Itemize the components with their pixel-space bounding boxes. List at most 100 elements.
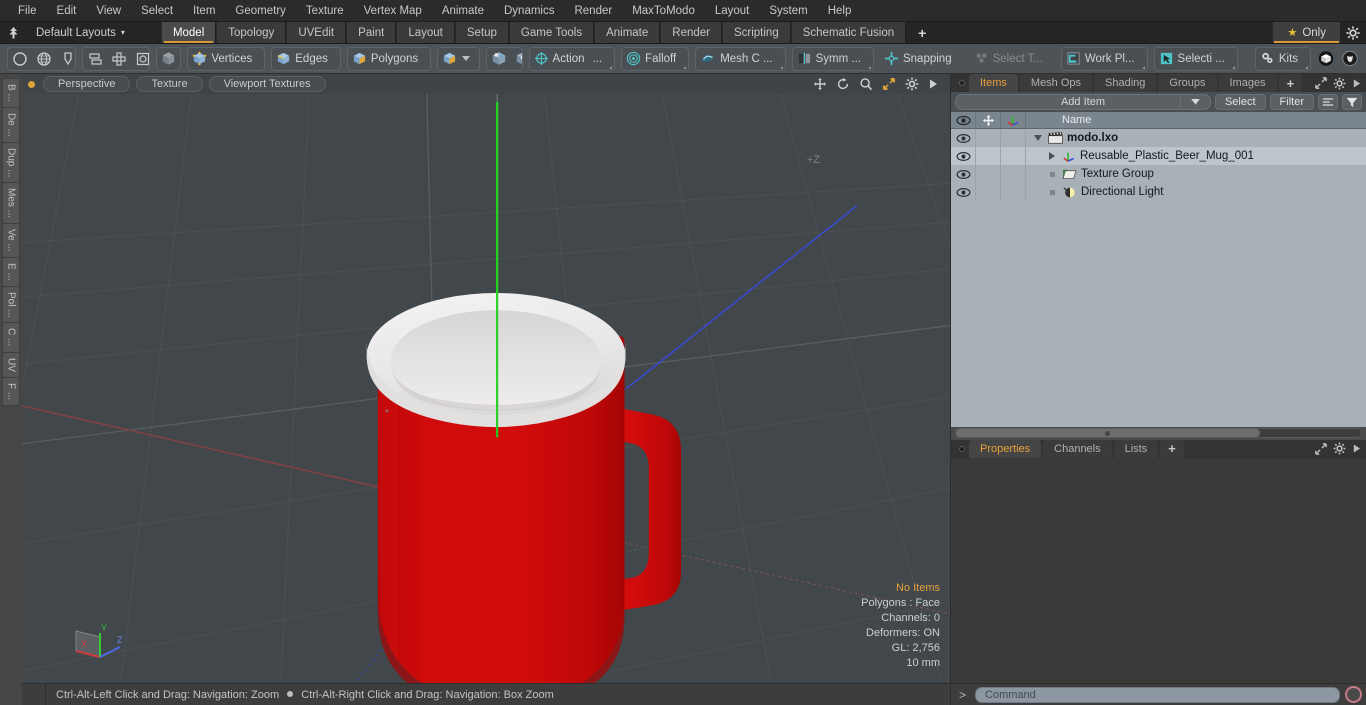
cube-icon[interactable] [156,46,182,71]
menu-item-edit[interactable]: Edit [47,0,87,22]
menu-item-item[interactable]: Item [183,0,225,22]
kits-button[interactable]: Kits [1254,46,1312,71]
vtab-uv[interactable]: UV [2,351,20,378]
menu-item-help[interactable]: Help [818,0,862,22]
work-plane-button[interactable]: Work Pl... [1060,46,1148,71]
row-lock-cell[interactable] [976,165,1001,183]
tab-groups[interactable]: Groups [1158,74,1217,92]
tab-properties[interactable]: Properties [969,439,1042,458]
record-icon[interactable] [1345,686,1362,703]
vtab-duplicate[interactable]: Dup ... [2,141,20,184]
viewport-shading-dropdown[interactable]: Texture [136,76,203,92]
snap-target-icon[interactable] [511,48,522,70]
items-tree[interactable]: modo.lxo Reusable_Plastic_Beer_Mug_001 T… [951,129,1366,427]
menu-item-file[interactable]: File [8,0,47,22]
row-visibility-toggle[interactable] [951,165,976,183]
table-row[interactable]: Texture Group [951,165,1366,183]
tab-images[interactable]: Images [1218,74,1277,92]
align-icon[interactable] [83,48,107,70]
maximize-icon[interactable] [882,77,896,91]
table-row[interactable]: modo.lxo [951,129,1366,147]
row-name-cell[interactable]: modo.lxo [1026,132,1366,144]
gear-icon[interactable] [1333,442,1346,455]
row-transform-cell[interactable] [1001,129,1026,147]
tab-setup[interactable]: Setup [454,22,509,43]
tab-mesh-ops[interactable]: Mesh Ops [1019,74,1093,92]
tab-game-tools[interactable]: Game Tools [508,22,595,43]
funnel-icon[interactable] [1342,94,1362,110]
vtab-polygon[interactable]: Pol ... [2,285,20,324]
tab-animate[interactable]: Animate [594,22,661,43]
add-properties-tab-button[interactable]: + [1160,439,1184,458]
play-icon[interactable] [928,78,938,90]
tab-layout[interactable]: Layout [396,22,455,43]
mesh-constraint-button[interactable]: Mesh C ... [695,46,786,71]
vtab-edge[interactable]: E ... [2,256,20,287]
select-through-button[interactable]: Select T... [970,47,1055,71]
only-toggle-button[interactable]: ★ Only [1272,22,1340,43]
row-transform-cell[interactable] [1001,183,1026,201]
table-row[interactable]: Directional Light [951,183,1366,201]
scrollbar-track[interactable] [955,428,1362,438]
zoom-icon[interactable] [859,77,873,91]
select-button[interactable]: Select [1214,94,1266,110]
home-tree-icon[interactable] [0,22,26,43]
command-input[interactable]: Command [975,686,1340,703]
row-name-cell[interactable]: Directional Light [1026,186,1366,199]
selection-set-button[interactable]: Selecti ... [1153,46,1238,71]
items-horizontal-scrollbar[interactable] [951,426,1366,440]
add-tab-button[interactable]: + [906,22,938,43]
row-transform-cell[interactable] [1001,147,1026,165]
menu-item-layout[interactable]: Layout [705,0,760,22]
gear-icon[interactable] [1340,22,1366,43]
viewport-textures-dropdown[interactable]: Viewport Textures [208,76,326,92]
play-icon[interactable] [1352,443,1361,454]
menu-item-view[interactable]: View [86,0,131,22]
disclosure-triangle-closed[interactable] [1046,152,1058,160]
row-lock-cell[interactable] [976,183,1001,201]
play-icon[interactable] [1352,78,1361,89]
modo-icon[interactable] [1314,48,1338,70]
menu-item-texture[interactable]: Texture [296,0,354,22]
disclosure-triangle-open[interactable] [1032,135,1044,141]
array-icon[interactable] [107,48,131,70]
unreal-icon[interactable] [1338,48,1362,70]
add-item-dropdown-arrow[interactable] [1179,94,1210,110]
row-lock-cell[interactable] [976,147,1001,165]
tab-uvedit[interactable]: UVEdit [286,22,347,43]
menu-item-select[interactable]: Select [131,0,183,22]
row-transform-cell[interactable] [1001,165,1026,183]
snap-cube-icon[interactable] [487,48,511,70]
selection-mode-polygons-button[interactable]: Polygons [346,46,432,71]
tab-lists[interactable]: Lists [1113,439,1159,458]
menu-item-render[interactable]: Render [564,0,622,22]
menu-item-geometry[interactable]: Geometry [225,0,296,22]
selection-mode-edges-button[interactable]: Edges [271,46,341,71]
row-visibility-toggle[interactable] [951,147,976,165]
table-row[interactable]: Reusable_Plastic_Beer_Mug_001 [951,147,1366,165]
tab-paint[interactable]: Paint [346,22,397,43]
3d-viewport[interactable]: +Z No Items Polygons : Face Channels: 0 … [22,94,950,683]
column-visibility-header[interactable] [951,112,976,128]
tab-topology[interactable]: Topology [216,22,287,43]
expand-icon[interactable] [1315,442,1327,455]
falloff-button[interactable]: Falloff [621,46,690,71]
center-icon[interactable] [131,48,150,70]
row-visibility-toggle[interactable] [951,183,976,201]
row-name-cell[interactable]: Reusable_Plastic_Beer_Mug_001 [1026,150,1366,163]
tab-channels[interactable]: Channels [1043,439,1112,458]
vtab-deform[interactable]: De ... [2,106,20,143]
column-lock-header[interactable] [976,112,1001,128]
scrollbar-thumb[interactable] [956,429,1260,437]
vtab-vertex[interactable]: Ve ... [2,223,20,258]
add-panel-tab-button[interactable]: + [1278,74,1303,92]
viewport-perspective-dropdown[interactable]: Perspective [43,76,131,92]
expand-icon[interactable] [1315,77,1327,89]
snapping-button[interactable]: Snapping [880,47,964,71]
row-name-cell[interactable]: Texture Group [1026,168,1366,180]
tab-scripting[interactable]: Scripting [721,22,791,43]
tab-render[interactable]: Render [660,22,722,43]
default-layouts-dropdown[interactable]: Default Layouts ▾ [26,22,135,43]
tab-items[interactable]: Items [969,74,1018,92]
cube-dropdown-icon[interactable] [437,46,481,71]
